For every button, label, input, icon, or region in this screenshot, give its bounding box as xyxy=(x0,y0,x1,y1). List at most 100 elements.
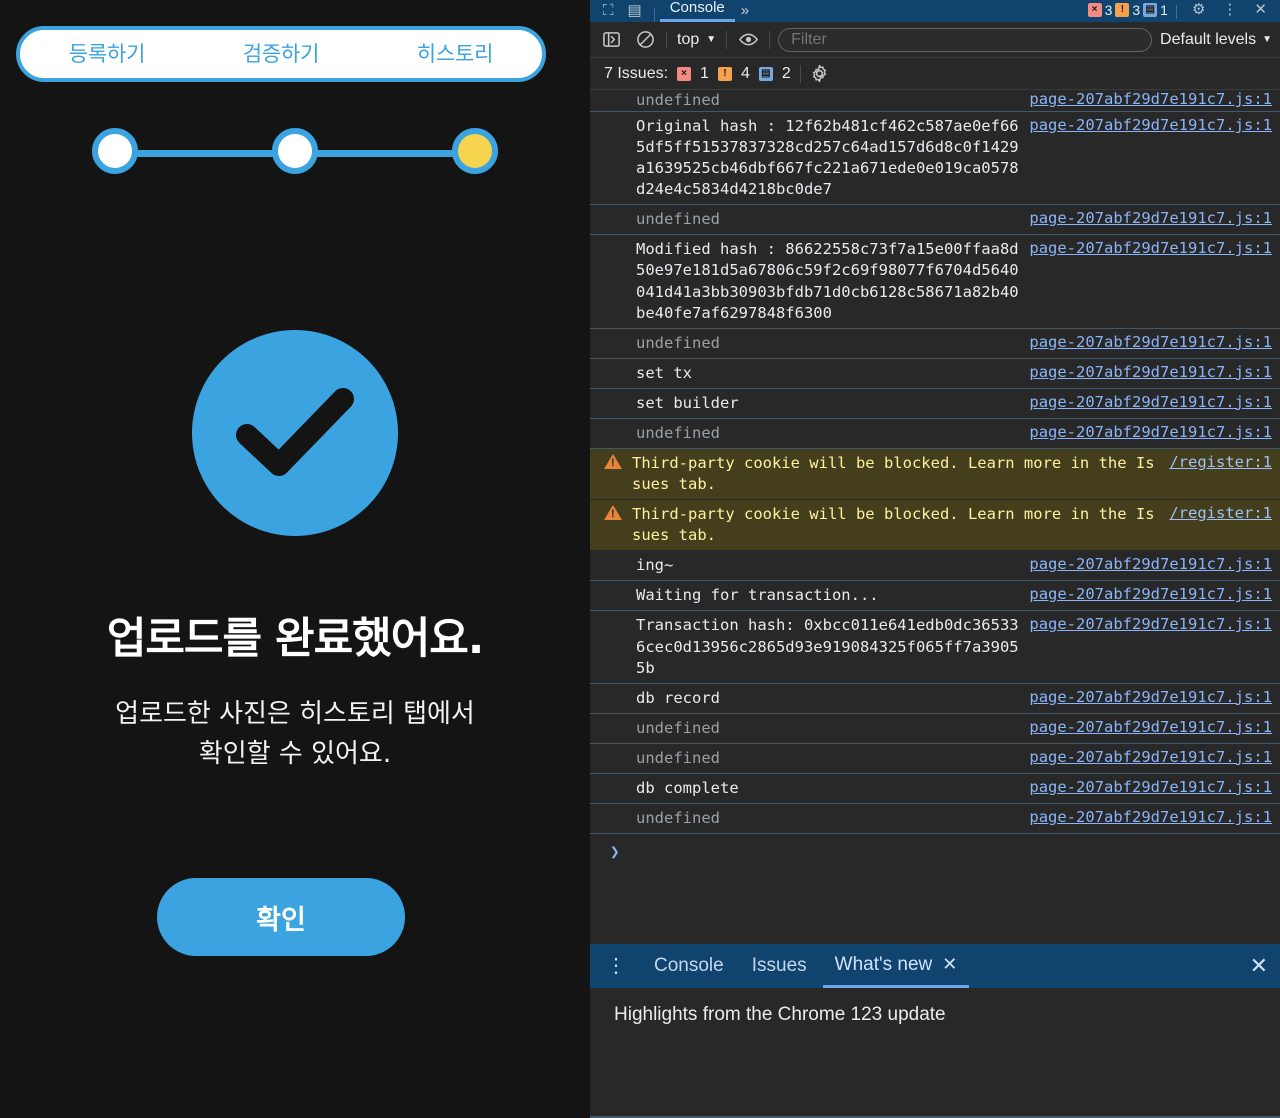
divider xyxy=(666,30,667,49)
gear-icon[interactable] xyxy=(810,64,829,83)
console-source-link[interactable]: page-207abf29d7e191c7.js:1 xyxy=(1029,688,1272,706)
console-source-link[interactable]: page-207abf29d7e191c7.js:1 xyxy=(1029,423,1272,441)
console-source-link[interactable]: page-207abf29d7e191c7.js:1 xyxy=(1029,333,1272,351)
console-source-link[interactable]: page-207abf29d7e191c7.js:1 xyxy=(1029,209,1272,227)
filter-input[interactable] xyxy=(778,27,1153,52)
progress-stepper xyxy=(0,120,590,182)
console-toolbar: top ▼ Default levels ▼ xyxy=(590,22,1280,58)
tab-console[interactable]: Console xyxy=(659,0,735,22)
warning-icon: ! xyxy=(1115,3,1130,17)
close-drawer-icon[interactable]: ✕ xyxy=(1250,953,1272,979)
console-message: undefined xyxy=(636,91,720,109)
console-row[interactable]: undefined page-207abf29d7e191c7.js:1 xyxy=(590,419,1280,450)
console-message: set tx xyxy=(636,363,692,382)
drawer-tab-whats-new-label: What's new xyxy=(834,953,933,975)
console-row[interactable]: undefined page-207abf29d7e191c7.js:1 xyxy=(590,714,1280,744)
console-message: db complete xyxy=(636,778,739,797)
page-subtitle: 업로드한 사진은 히스토리 탭에서 확인할 수 있어요. xyxy=(0,694,590,775)
log-levels-label: Default levels xyxy=(1160,30,1257,48)
console-row[interactable]: Third-party cookie will be blocked. Lear… xyxy=(590,500,1280,552)
drawer-tab-issues[interactable]: Issues xyxy=(740,945,819,986)
tab-register[interactable]: 등록하기 xyxy=(20,43,194,65)
warning-icon xyxy=(604,454,622,470)
console-source-link[interactable]: page-207abf29d7e191c7.js:1 xyxy=(1029,585,1272,603)
log-levels-selector[interactable]: Default levels ▼ xyxy=(1160,31,1272,49)
confirm-button[interactable]: 확인 xyxy=(157,878,405,956)
close-tab-icon[interactable]: ✕ xyxy=(942,954,957,975)
divider xyxy=(769,30,771,49)
issues-warning-count: 4 xyxy=(740,64,750,82)
kebab-menu-icon[interactable]: ⋮ xyxy=(598,956,638,976)
error-icon: × xyxy=(1087,3,1102,17)
console-source-link[interactable]: page-207abf29d7e191c7.js:1 xyxy=(1029,778,1272,796)
console-row[interactable]: Transaction hash: 0xbcc011e641edb0dc3653… xyxy=(590,611,1280,684)
clear-console-icon[interactable] xyxy=(632,27,658,53)
console-prompt[interactable]: ❯ xyxy=(590,834,1280,869)
divider xyxy=(653,8,655,22)
console-output[interactable]: undefined page-207abf29d7e191c7.js:1 Origi… xyxy=(590,90,1280,944)
issues-error-count: 1 xyxy=(700,64,709,82)
gear-icon[interactable]: ⚙ xyxy=(1185,0,1212,21)
console-source-link[interactable]: page-207abf29d7e191c7.js:1 xyxy=(1029,363,1272,381)
console-row[interactable]: Original hash : 12f62b481cf462c587ae0ef6… xyxy=(590,112,1280,206)
console-source-link[interactable]: page-207abf29d7e191c7.js:1 xyxy=(1029,808,1272,826)
console-row[interactable]: db complete page-207abf29d7e191c7.js:1 xyxy=(590,774,1280,805)
console-rows: undefined page-207abf29d7e191c7.js:1 Origi… xyxy=(590,90,1280,835)
console-row[interactable]: Waiting for transaction... page-207abf29d… xyxy=(590,581,1280,612)
console-source-link[interactable]: page-207abf29d7e191c7.js:1 xyxy=(1029,116,1272,134)
step-dot-3-current[interactable] xyxy=(452,128,498,174)
console-source-link[interactable]: page-207abf29d7e191c7.js:1 xyxy=(1029,555,1272,573)
whats-new-body: Highlights from the Chrome 123 update xyxy=(590,987,1280,1118)
console-row[interactable]: db record page-207abf29d7e191c7.js:1 xyxy=(590,684,1280,714)
issues-label[interactable]: 7 Issues: xyxy=(604,65,668,83)
console-source-link[interactable]: page-207abf29d7e191c7.js:1 xyxy=(1029,393,1272,411)
console-row[interactable]: ing~ page-207abf29d7e191c7.js:1 xyxy=(590,551,1280,582)
console-source-link[interactable]: page-207abf29d7e191c7.js:1 xyxy=(1029,748,1272,766)
show-console-sidebar-icon[interactable] xyxy=(598,27,624,53)
drawer-tab-whats-new[interactable]: What's new ✕ xyxy=(822,944,970,988)
page-subtitle-line-1: 업로드한 사진은 히스토리 탭에서 xyxy=(115,699,475,729)
console-message: undefined xyxy=(636,333,720,352)
issue-counter[interactable]: ▤ 1 xyxy=(1143,2,1168,18)
console-row[interactable]: Modified hash : 86622558c73f7a15e00ffaa8… xyxy=(590,235,1280,329)
drawer-tabbar: ⋮ Console Issues What's new ✕ ✕ xyxy=(590,943,1280,988)
console-row[interactable]: undefined page-207abf29d7e191c7.js:1 xyxy=(590,329,1280,359)
tab-verify[interactable]: 검증하기 xyxy=(194,43,368,65)
kebab-menu-icon[interactable]: ⋮ xyxy=(1215,0,1244,21)
device-toolbar-icon[interactable]: ▤ xyxy=(621,0,649,22)
console-row[interactable]: set tx page-207abf29d7e191c7.js:1 xyxy=(590,359,1280,389)
step-dot-2[interactable] xyxy=(272,128,318,174)
console-message: Waiting for transaction... xyxy=(636,586,879,605)
step-dot-1[interactable] xyxy=(92,128,138,174)
tab-history[interactable]: 히스토리 xyxy=(368,43,542,65)
live-expression-eye-icon[interactable] xyxy=(735,27,761,53)
console-row[interactable]: undefined page-207abf29d7e191c7.js:1 xyxy=(590,744,1280,774)
chevron-down-icon: ▼ xyxy=(1262,34,1272,45)
console-source-link[interactable]: page-207abf29d7e191c7.js:1 xyxy=(1029,615,1272,633)
warning-counter[interactable]: ! 3 xyxy=(1115,2,1140,18)
console-source-link[interactable]: /register:1 xyxy=(1169,453,1272,471)
close-icon[interactable]: ✕ xyxy=(1247,0,1274,21)
console-message: undefined xyxy=(636,423,720,442)
console-message: ing~ xyxy=(636,556,674,575)
more-tabs-button[interactable]: » xyxy=(735,0,755,22)
execution-context-selector[interactable]: top ▼ xyxy=(675,31,718,49)
console-row[interactable]: undefined page-207abf29d7e191c7.js:1 xyxy=(590,804,1280,835)
error-counter[interactable]: × 3 xyxy=(1087,2,1113,18)
console-row[interactable]: undefined page-207abf29d7e191c7.js:1 xyxy=(590,90,1280,112)
issue-count: 1 xyxy=(1160,2,1168,18)
console-row[interactable]: set builder page-207abf29d7e191c7.js:1 xyxy=(590,389,1280,419)
console-row[interactable]: undefined page-207abf29d7e191c7.js:1 xyxy=(590,205,1280,236)
console-row[interactable]: Third-party cookie will be blocked. Lear… xyxy=(590,449,1280,501)
drawer-tab-console[interactable]: Console xyxy=(642,945,736,986)
console-source-link[interactable]: page-207abf29d7e191c7.js:1 xyxy=(1029,718,1272,736)
console-source-link[interactable]: page-207abf29d7e191c7.js:1 xyxy=(1029,90,1272,108)
error-count: 3 xyxy=(1104,2,1113,18)
console-message: Modified hash : 86622558c73f7a15e00ffaa8… xyxy=(636,240,1019,322)
warning-icon xyxy=(604,505,622,521)
divider xyxy=(799,64,801,83)
console-source-link[interactable]: page-207abf29d7e191c7.js:1 xyxy=(1029,239,1272,257)
console-source-link[interactable]: /register:1 xyxy=(1169,504,1272,522)
inspect-element-icon[interactable]: ⛶ xyxy=(596,0,621,22)
console-message: undefined xyxy=(636,748,720,767)
